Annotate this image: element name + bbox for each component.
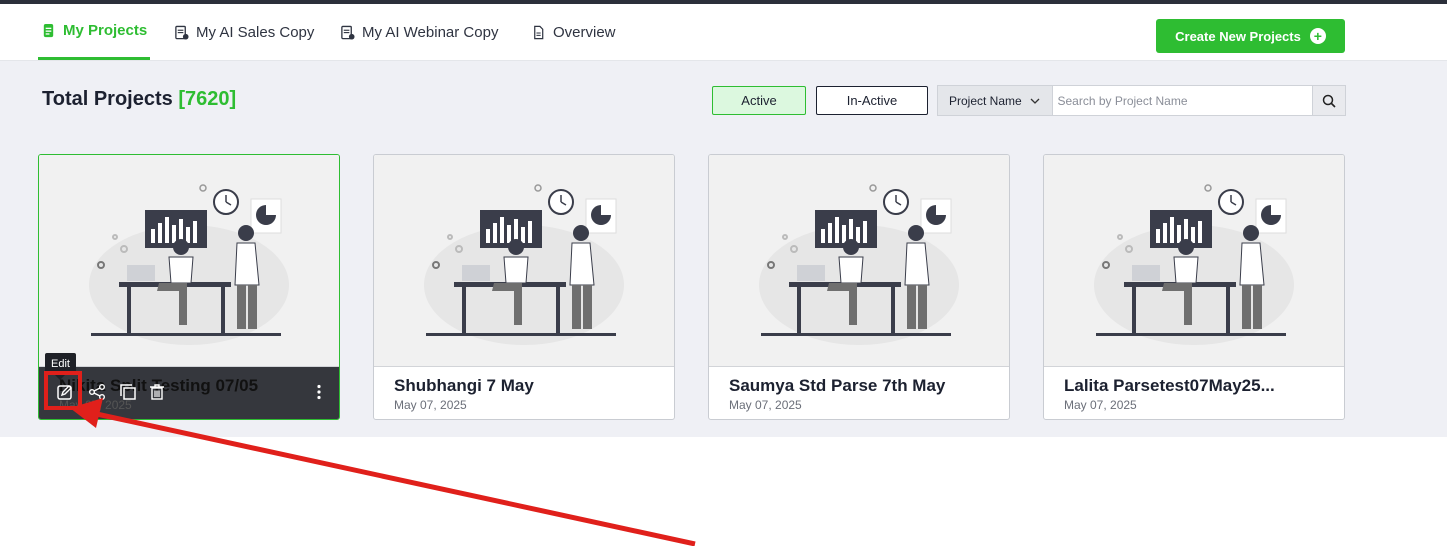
project-card[interactable]: Shubhangi 7 May May 07, 2025 <box>373 154 675 420</box>
tab-overview[interactable]: Overview <box>531 4 616 60</box>
delete-button[interactable] <box>146 381 168 403</box>
project-date: May 07, 2025 <box>1064 398 1137 412</box>
project-title[interactable]: Shubhangi 7 May <box>394 376 534 396</box>
more-options-button[interactable] <box>308 381 330 403</box>
ai-document-icon <box>341 25 355 40</box>
tab-label: My AI Webinar Copy <box>362 23 499 41</box>
more-vertical-icon <box>317 384 321 400</box>
project-card[interactable]: Lalita Parsetest07May25... May 07, 2025 <box>1043 154 1345 420</box>
project-thumbnail <box>374 155 674 367</box>
tab-label: Overview <box>553 23 616 41</box>
total-projects-count: [7620] <box>178 88 237 110</box>
inactive-filter-button[interactable]: In-Active <box>816 86 928 115</box>
search-button[interactable] <box>1312 86 1345 115</box>
search-field-value: Project Name <box>949 93 1022 108</box>
chevron-down-icon <box>1030 98 1040 104</box>
search-input[interactable] <box>1053 86 1313 115</box>
office-illustration <box>1094 184 1294 345</box>
copy-icon <box>120 384 136 400</box>
file-icon <box>534 25 544 39</box>
tab-my-ai-sales-copy[interactable]: My AI Sales Copy <box>174 4 314 60</box>
page-title: Total Projects [7620] <box>42 88 236 111</box>
card-action-bar: Nikita Split Testing 07/05 May 07, 2025 <box>39 367 339 419</box>
project-card[interactable]: Nikita Split Testing 07/05 May 07, 2025 <box>38 154 340 420</box>
search-icon <box>1322 94 1336 108</box>
project-title[interactable]: Lalita Parsetest07May25... <box>1064 376 1275 396</box>
main-tabs: My Projects My AI Sales Copy My AI Webin… <box>0 4 1447 61</box>
tab-my-projects[interactable]: My Projects <box>38 4 151 60</box>
ai-document-icon <box>175 25 189 40</box>
search-bar: Project Name <box>937 85 1346 116</box>
tab-my-ai-webinar-copy[interactable]: My AI Webinar Copy <box>340 4 498 60</box>
edit-button[interactable] <box>54 381 76 403</box>
project-title[interactable]: Saumya Std Parse 7th May <box>729 376 945 396</box>
project-date: May 07, 2025 <box>394 398 467 412</box>
office-illustration <box>424 184 624 345</box>
edit-icon <box>57 385 72 400</box>
project-thumbnail <box>709 155 1009 367</box>
office-illustration <box>759 184 959 345</box>
trash-icon <box>150 384 164 400</box>
tab-label: My Projects <box>63 22 148 39</box>
search-field-select[interactable]: Project Name <box>938 86 1054 115</box>
project-thumbnail <box>1044 155 1344 367</box>
copy-button[interactable] <box>117 381 139 403</box>
total-projects-label: Total Projects <box>42 88 173 110</box>
plus-circle-icon: + <box>1309 28 1326 44</box>
project-card[interactable]: Saumya Std Parse 7th May May 07, 2025 <box>708 154 1010 420</box>
document-icon <box>43 23 54 38</box>
share-button[interactable] <box>86 381 108 403</box>
project-date: May 07, 2025 <box>729 398 802 412</box>
create-new-projects-button[interactable]: Create New Projects + <box>1156 19 1345 53</box>
share-icon <box>89 384 105 400</box>
active-filter-button[interactable]: Active <box>712 86 806 115</box>
tab-label: My AI Sales Copy <box>196 23 315 41</box>
create-button-label: Create New Projects <box>1175 28 1301 44</box>
project-thumbnail <box>39 155 339 367</box>
edit-tooltip: Edit <box>45 353 76 380</box>
office-illustration <box>89 184 289 345</box>
